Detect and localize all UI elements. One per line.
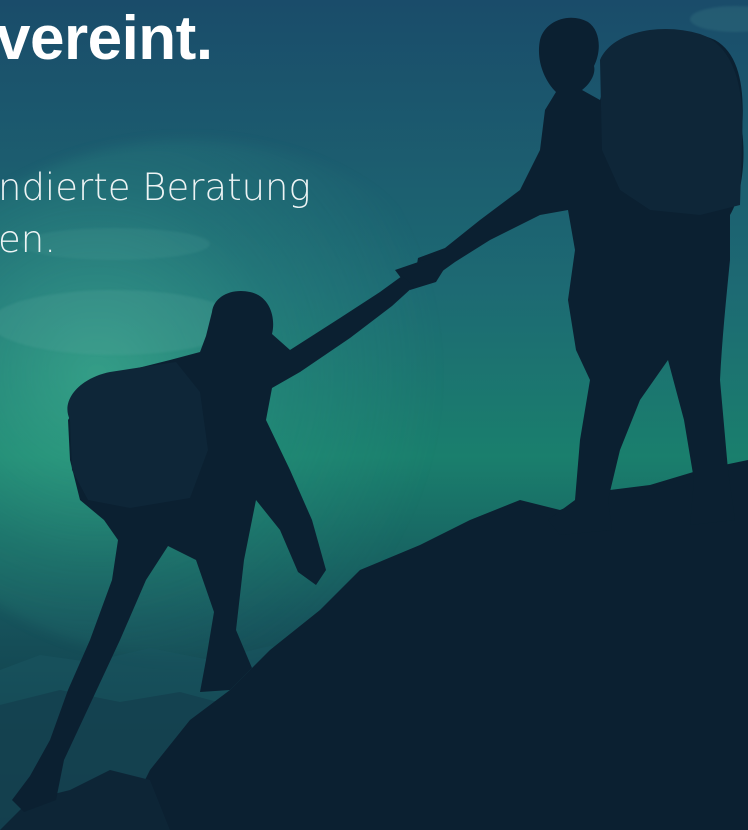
hero-subline-line-1: ndierte Beratung: [0, 166, 311, 209]
hero-subline-line-2: en.: [0, 217, 56, 261]
backpack: [600, 29, 743, 215]
backpack: [67, 362, 208, 508]
hero-subline: ndierte Beratung en.: [0, 162, 311, 266]
hero-banner: vereint. ndierte Beratung en.: [0, 0, 748, 830]
hero-headline: vereint.: [0, 4, 213, 73]
climbers-silhouette: [0, 17, 748, 830]
